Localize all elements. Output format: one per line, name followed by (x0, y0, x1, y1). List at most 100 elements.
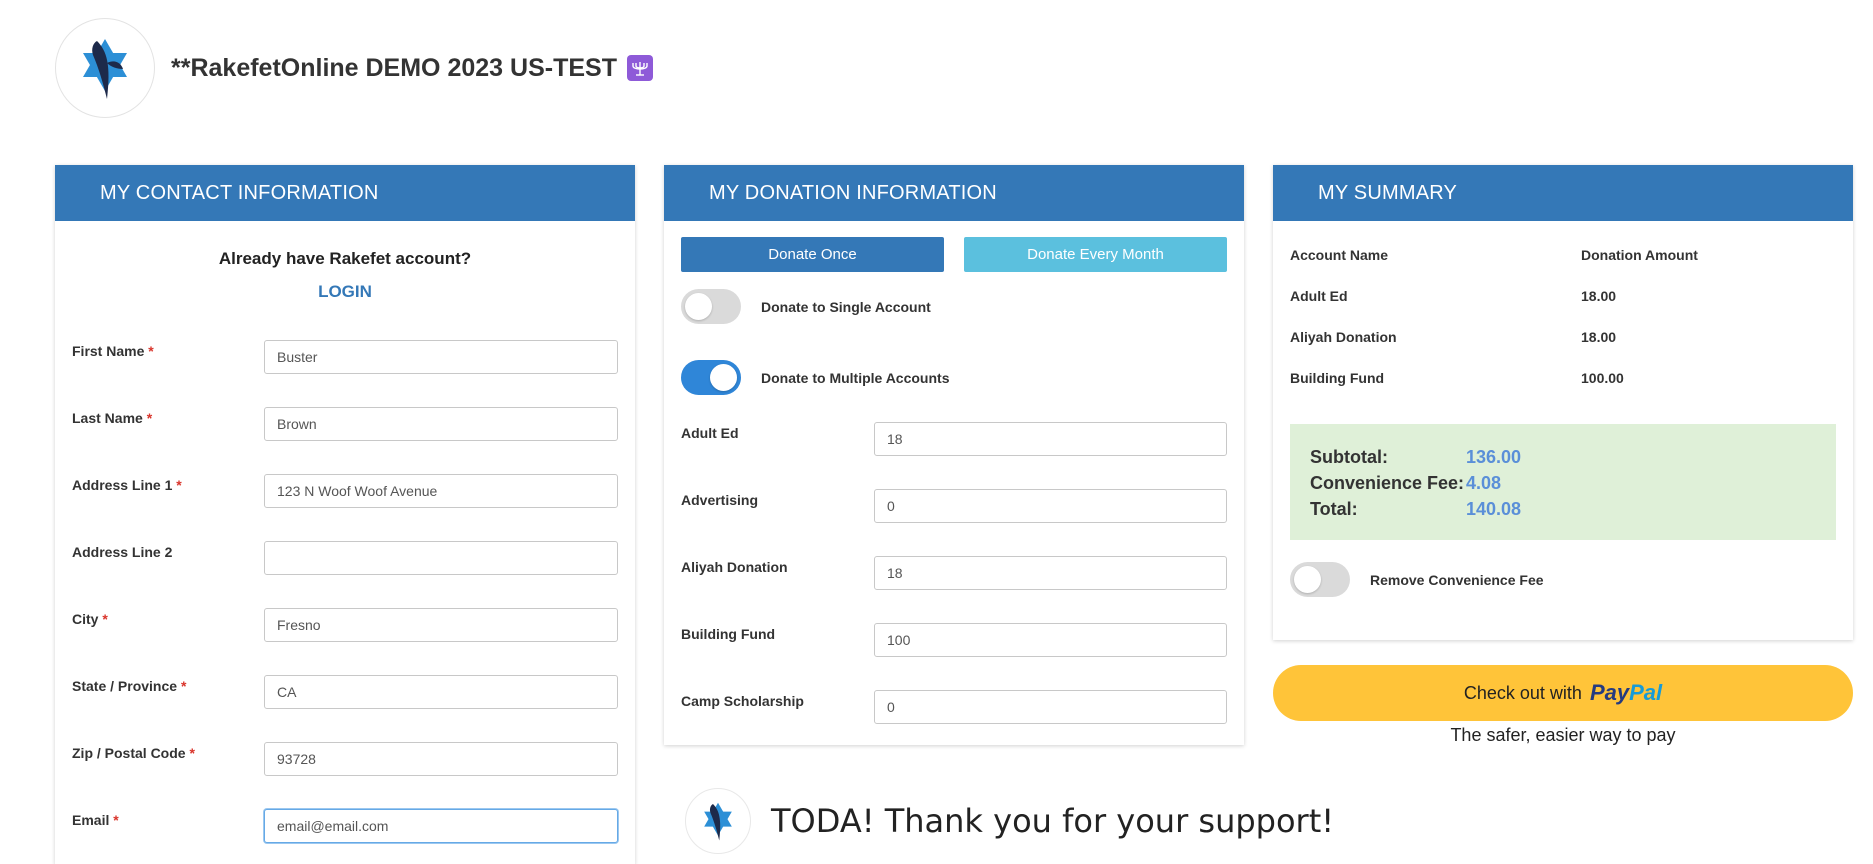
account-question: Already have Rakefet account? (218, 249, 472, 268)
state-input[interactable] (264, 675, 618, 709)
totals-box: Subtotal: 136.00 Convenience Fee: 4.08 T… (1290, 424, 1836, 540)
address-line-1-input[interactable] (264, 474, 618, 508)
org-title: **RakefetOnline DEMO 2023 US-TEST (171, 54, 653, 83)
amount-input-aliyah-donation[interactable] (874, 556, 1227, 590)
amount-input-camp-scholarship[interactable] (874, 690, 1227, 724)
required-mark: * (102, 611, 108, 627)
thank-you-banner: TODA! Thank you for your support! (685, 788, 1334, 854)
summary-account: Building Fund (1290, 370, 1385, 386)
login-link[interactable]: LOGIN (55, 282, 635, 302)
single-account-toggle-row: Donate to Single Account (681, 289, 931, 324)
first-name-row: First Name * (72, 340, 618, 380)
email-row: Email * (72, 809, 618, 849)
donate-once-button[interactable]: Donate Once (681, 237, 944, 272)
table-row: Building Fund 100.00 (1290, 370, 1836, 411)
account-label: Adult Ed (681, 425, 739, 441)
last-name-row: Last Name * (72, 407, 618, 447)
address-line-1-row: Address Line 1 * (72, 474, 618, 514)
summary-panel: MY SUMMARY Account Name Donation Amount … (1273, 165, 1853, 640)
zip-row: Zip / Postal Code * (72, 742, 618, 782)
donate-monthly-button[interactable]: Donate Every Month (964, 237, 1227, 272)
amount-input-building-fund[interactable] (874, 623, 1227, 657)
multiple-accounts-label: Donate to Multiple Accounts (761, 369, 950, 386)
total-value: 140.08 (1466, 499, 1522, 519)
required-mark: * (146, 410, 153, 426)
email-input[interactable] (264, 809, 618, 843)
convenience-fee-value: 4.08 (1466, 473, 1502, 493)
account-row-building-fund: Building Fund (681, 623, 1227, 663)
summary-amount: 18.00 (1581, 329, 1617, 345)
required-mark: * (148, 343, 154, 359)
thanks-logo-icon (685, 788, 751, 854)
summary-amount: 18.00 (1581, 288, 1617, 304)
account-label: Aliyah Donation (681, 559, 788, 575)
page-header: **RakefetOnline DEMO 2023 US-TEST (55, 18, 653, 118)
zip-label: Zip / Postal Code * (72, 745, 195, 761)
multiple-accounts-toggle-row: Donate to Multiple Accounts (681, 360, 949, 395)
total-label: Total: (1310, 499, 1358, 519)
address-line-1-label: Address Line 1 * (72, 477, 182, 493)
contact-panel-heading: MY CONTACT INFORMATION (55, 165, 635, 221)
summary-account: Aliyah Donation (1290, 329, 1397, 345)
donation-panel-heading: MY DONATION INFORMATION (664, 165, 1244, 221)
summary-panel-heading: MY SUMMARY (1273, 165, 1853, 221)
table-row: Aliyah Donation 18.00 (1290, 329, 1836, 370)
multiple-accounts-toggle[interactable] (681, 360, 741, 395)
donation-amount-header: Donation Amount (1581, 247, 1698, 263)
paypal-tagline: The safer, easier way to pay (1450, 725, 1676, 745)
amount-input-adult-ed[interactable] (874, 422, 1227, 456)
subtotal-value: 136.00 (1466, 447, 1522, 467)
single-account-toggle[interactable] (681, 289, 741, 324)
account-row-aliyah-donation: Aliyah Donation (681, 556, 1227, 596)
first-name-label: First Name * (72, 343, 154, 359)
required-mark: * (176, 477, 182, 493)
summary-table-header: Account Name Donation Amount (1290, 247, 1836, 288)
toggle-knob (685, 293, 712, 320)
first-name-input[interactable] (264, 340, 618, 374)
city-label: City * (72, 611, 108, 627)
city-input[interactable] (264, 608, 618, 642)
summary-table: Account Name Donation Amount Adult Ed 18… (1290, 247, 1836, 411)
required-mark: * (113, 812, 119, 828)
summary-account: Adult Ed (1290, 288, 1348, 304)
remove-fee-label: Remove Convenience Fee (1370, 571, 1544, 588)
address-line-2-input[interactable] (264, 541, 618, 575)
paypal-button-prefix: Check out with (1463, 682, 1582, 703)
total-row: Total: 140.08 (1310, 496, 1816, 522)
remove-fee-toggle-row: Remove Convenience Fee (1290, 562, 1544, 597)
last-name-label: Last Name * (72, 410, 153, 426)
account-row-adult-ed: Adult Ed (681, 422, 1227, 462)
account-label: Building Fund (681, 626, 776, 642)
paypal-logo-icon: PayPal (1589, 680, 1663, 705)
city-row: City * (72, 608, 618, 648)
address-line-2-row: Address Line 2 (72, 541, 618, 581)
menorah-icon (626, 55, 653, 81)
required-mark: * (180, 678, 187, 694)
required-mark: * (189, 745, 195, 761)
address-line-2-label: Address Line 2 (72, 544, 173, 560)
account-row-advertising: Advertising (681, 489, 1227, 529)
toggle-knob (710, 364, 737, 391)
account-label: Advertising (681, 492, 759, 508)
account-name-header: Account Name (1290, 247, 1389, 263)
contact-panel: MY CONTACT INFORMATION Already have Rake… (55, 165, 635, 864)
convenience-fee-label: Convenience Fee: (1310, 473, 1465, 493)
amount-input-advertising[interactable] (874, 489, 1227, 523)
org-logo (55, 18, 155, 118)
email-label: Email * (72, 812, 119, 828)
account-row-camp-scholarship: Camp Scholarship (681, 690, 1227, 730)
thank-you-message: TODA! Thank you for your support! (771, 802, 1335, 840)
single-account-label: Donate to Single Account (761, 298, 931, 315)
table-row: Adult Ed 18.00 (1290, 288, 1836, 329)
remove-fee-toggle[interactable] (1290, 562, 1350, 597)
subtotal-label: Subtotal: (1310, 447, 1388, 467)
donation-panel: MY DONATION INFORMATION Donate Once Dona… (664, 165, 1244, 745)
subtotal-row: Subtotal: 136.00 (1310, 444, 1816, 470)
last-name-input[interactable] (264, 407, 618, 441)
paypal-checkout-button[interactable]: Check out with PayPal (1273, 665, 1853, 721)
convenience-fee-row: Convenience Fee: 4.08 (1310, 470, 1816, 496)
zip-input[interactable] (264, 742, 618, 776)
state-label: State / Province * (72, 678, 187, 694)
account-label: Camp Scholarship (681, 693, 804, 709)
state-row: State / Province * (72, 675, 618, 715)
